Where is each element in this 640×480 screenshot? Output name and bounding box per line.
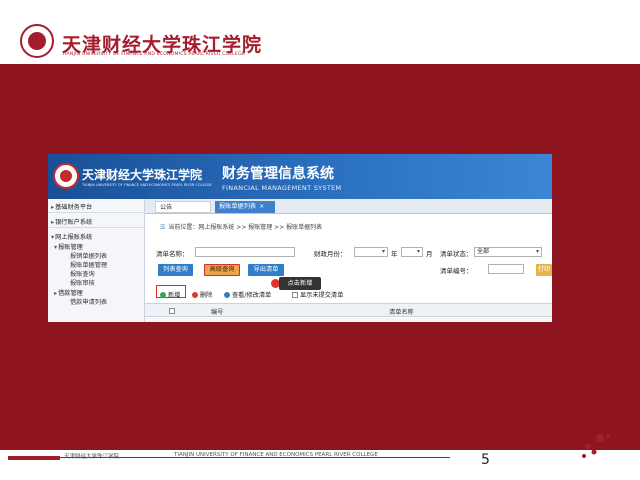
status-label: 清单状态： bbox=[440, 250, 473, 258]
system-school-subtitle: TIANJIN UNIVERSITY OF FINANCE AND ECONOM… bbox=[82, 183, 212, 187]
edit-icon bbox=[224, 292, 230, 298]
system-title: 财务管理信息系统 bbox=[222, 166, 334, 182]
breadcrumb: ☰ 当前位置：网上报账系统 >> 报账管理 >> 报账单据列表 bbox=[160, 222, 322, 231]
year-select[interactable] bbox=[354, 247, 388, 257]
system-banner: 天津财经大学珠江学院 TIANJIN UNIVERSITY OF FINANCE… bbox=[48, 154, 552, 199]
list-icon: ☰ bbox=[160, 224, 166, 231]
show-unsubmitted-checkbox[interactable]: 显示未提交清单 bbox=[292, 290, 343, 299]
table-row[interactable] bbox=[145, 318, 552, 322]
sidebar-item-online-reimbursement[interactable]: ▾网上报账系统 bbox=[51, 232, 92, 241]
footer-school-en: TIANJIN UNIVERSITY OF FINANCE AND ECONOM… bbox=[174, 452, 378, 458]
sidebar-item-label: 基础财务平台 bbox=[55, 204, 93, 211]
divider bbox=[48, 212, 144, 213]
system-school-name: 天津财经大学珠江学院 bbox=[82, 168, 203, 182]
school-seal-icon bbox=[20, 24, 54, 58]
system-screenshot: 天津财经大学珠江学院 TIANJIN UNIVERSITY OF FINANCE… bbox=[48, 154, 552, 322]
print-button[interactable]: 打印 bbox=[536, 264, 552, 276]
sidebar: ▸基础财务平台 ▸银行账户系统 ▾网上报账系统 ▾报账管理 报销单据列表 报账单… bbox=[48, 199, 145, 322]
sidebar-item-label: 借款管理 bbox=[58, 290, 83, 297]
divider bbox=[48, 227, 144, 228]
dot-shape bbox=[591, 449, 597, 455]
new-label: 新增 bbox=[168, 292, 181, 299]
tab-reimbursement-list[interactable]: 报账单据列表 × bbox=[215, 201, 275, 213]
view-edit-label: 查看/修改清单 bbox=[232, 292, 272, 299]
column-header-name: 清单名称 bbox=[389, 309, 414, 316]
system-title-en: FINANCIAL MANAGEMENT SYSTEM bbox=[222, 184, 342, 192]
name-input[interactable] bbox=[195, 247, 295, 257]
footer-accent bbox=[8, 456, 60, 460]
chevron-down-icon: ▾ bbox=[51, 234, 55, 241]
table-header: 编号 清单名称 bbox=[145, 303, 552, 317]
sidebar-group-loan[interactable]: ▸借款管理 bbox=[54, 288, 83, 297]
sidebar-item-reimbursement-query[interactable]: 报账查询 bbox=[70, 269, 95, 278]
column-header-number: 编号 bbox=[211, 309, 224, 316]
tab-label: 报账单据列表 bbox=[219, 203, 257, 210]
sidebar-item-bank-account[interactable]: ▸银行账户系统 bbox=[51, 217, 92, 226]
year-label: 财政月份： bbox=[314, 250, 347, 258]
sidebar-item-loan-list[interactable]: 借款申请列表 bbox=[70, 297, 107, 306]
sidebar-item-label: 网上报账系统 bbox=[55, 234, 93, 241]
dot-shape bbox=[596, 434, 604, 442]
footer-school-name: 天津财经大学珠江学院 bbox=[64, 454, 120, 460]
new-button[interactable]: 新增 bbox=[160, 290, 180, 299]
select-all-checkbox[interactable] bbox=[169, 308, 175, 314]
tab-bar: 公告 报账单据列表 × bbox=[145, 199, 552, 214]
month-unit: 月 bbox=[426, 250, 433, 258]
list-query-button[interactable]: 列表查询 bbox=[158, 264, 193, 276]
breadcrumb-text: 当前位置：网上报账系统 >> 报账管理 >> 报账单据列表 bbox=[168, 224, 323, 231]
sidebar-item-label: 报账管理 bbox=[58, 244, 83, 251]
school-subtitle: TIANJIN UNIVERSITY OF FINANCE AND ECONOM… bbox=[62, 52, 245, 57]
sidebar-group-reimbursement[interactable]: ▾报账管理 bbox=[54, 242, 83, 251]
chevron-down-icon: ▾ bbox=[54, 244, 58, 251]
month-select[interactable] bbox=[401, 247, 423, 257]
advanced-query-button[interactable]: 高级查询 bbox=[204, 264, 240, 276]
chevron-right-icon: ▸ bbox=[51, 219, 55, 226]
tab-home[interactable]: 公告 bbox=[155, 201, 211, 213]
number-input[interactable] bbox=[488, 264, 524, 274]
decorative-dots-icon bbox=[582, 434, 610, 458]
tooltip-click-new: 点击新增 bbox=[279, 277, 321, 290]
sidebar-item-reimbursement-list[interactable]: 报销单据列表 bbox=[70, 251, 107, 260]
number-label: 清单编号： bbox=[440, 267, 473, 275]
sidebar-item-reimbursement-audit[interactable]: 报账审核 bbox=[70, 278, 95, 287]
chevron-right-icon: ▸ bbox=[54, 290, 58, 297]
slide-header: 天津财经大学珠江学院 TIANJIN UNIVERSITY OF FINANCE… bbox=[0, 0, 640, 64]
dot-shape bbox=[606, 434, 610, 438]
sidebar-item-reimbursement-manage[interactable]: 报账单据管理 bbox=[70, 260, 107, 269]
name-label: 清单名称： bbox=[156, 250, 189, 258]
delete-label: 删除 bbox=[200, 292, 213, 299]
status-select[interactable]: 全部 bbox=[474, 247, 542, 257]
delete-button[interactable]: 删除 bbox=[192, 290, 212, 299]
year-unit: 年 bbox=[391, 250, 398, 258]
checkbox-icon bbox=[292, 292, 298, 298]
view-edit-button[interactable]: 查看/修改清单 bbox=[224, 290, 271, 299]
close-icon[interactable]: × bbox=[259, 203, 264, 210]
delete-icon bbox=[192, 292, 198, 298]
page-number: 5 bbox=[481, 452, 490, 468]
export-button[interactable]: 导出清单 bbox=[248, 264, 284, 276]
dot-shape bbox=[582, 454, 586, 458]
sidebar-item-basic-finance[interactable]: ▸基础财务平台 bbox=[51, 202, 92, 211]
add-icon bbox=[160, 292, 166, 298]
chevron-right-icon: ▸ bbox=[51, 204, 55, 211]
dot-shape bbox=[585, 443, 591, 449]
system-seal-icon bbox=[53, 163, 79, 189]
show-unsubmitted-label: 显示未提交清单 bbox=[300, 292, 344, 299]
sidebar-item-label: 银行账户系统 bbox=[55, 219, 93, 226]
